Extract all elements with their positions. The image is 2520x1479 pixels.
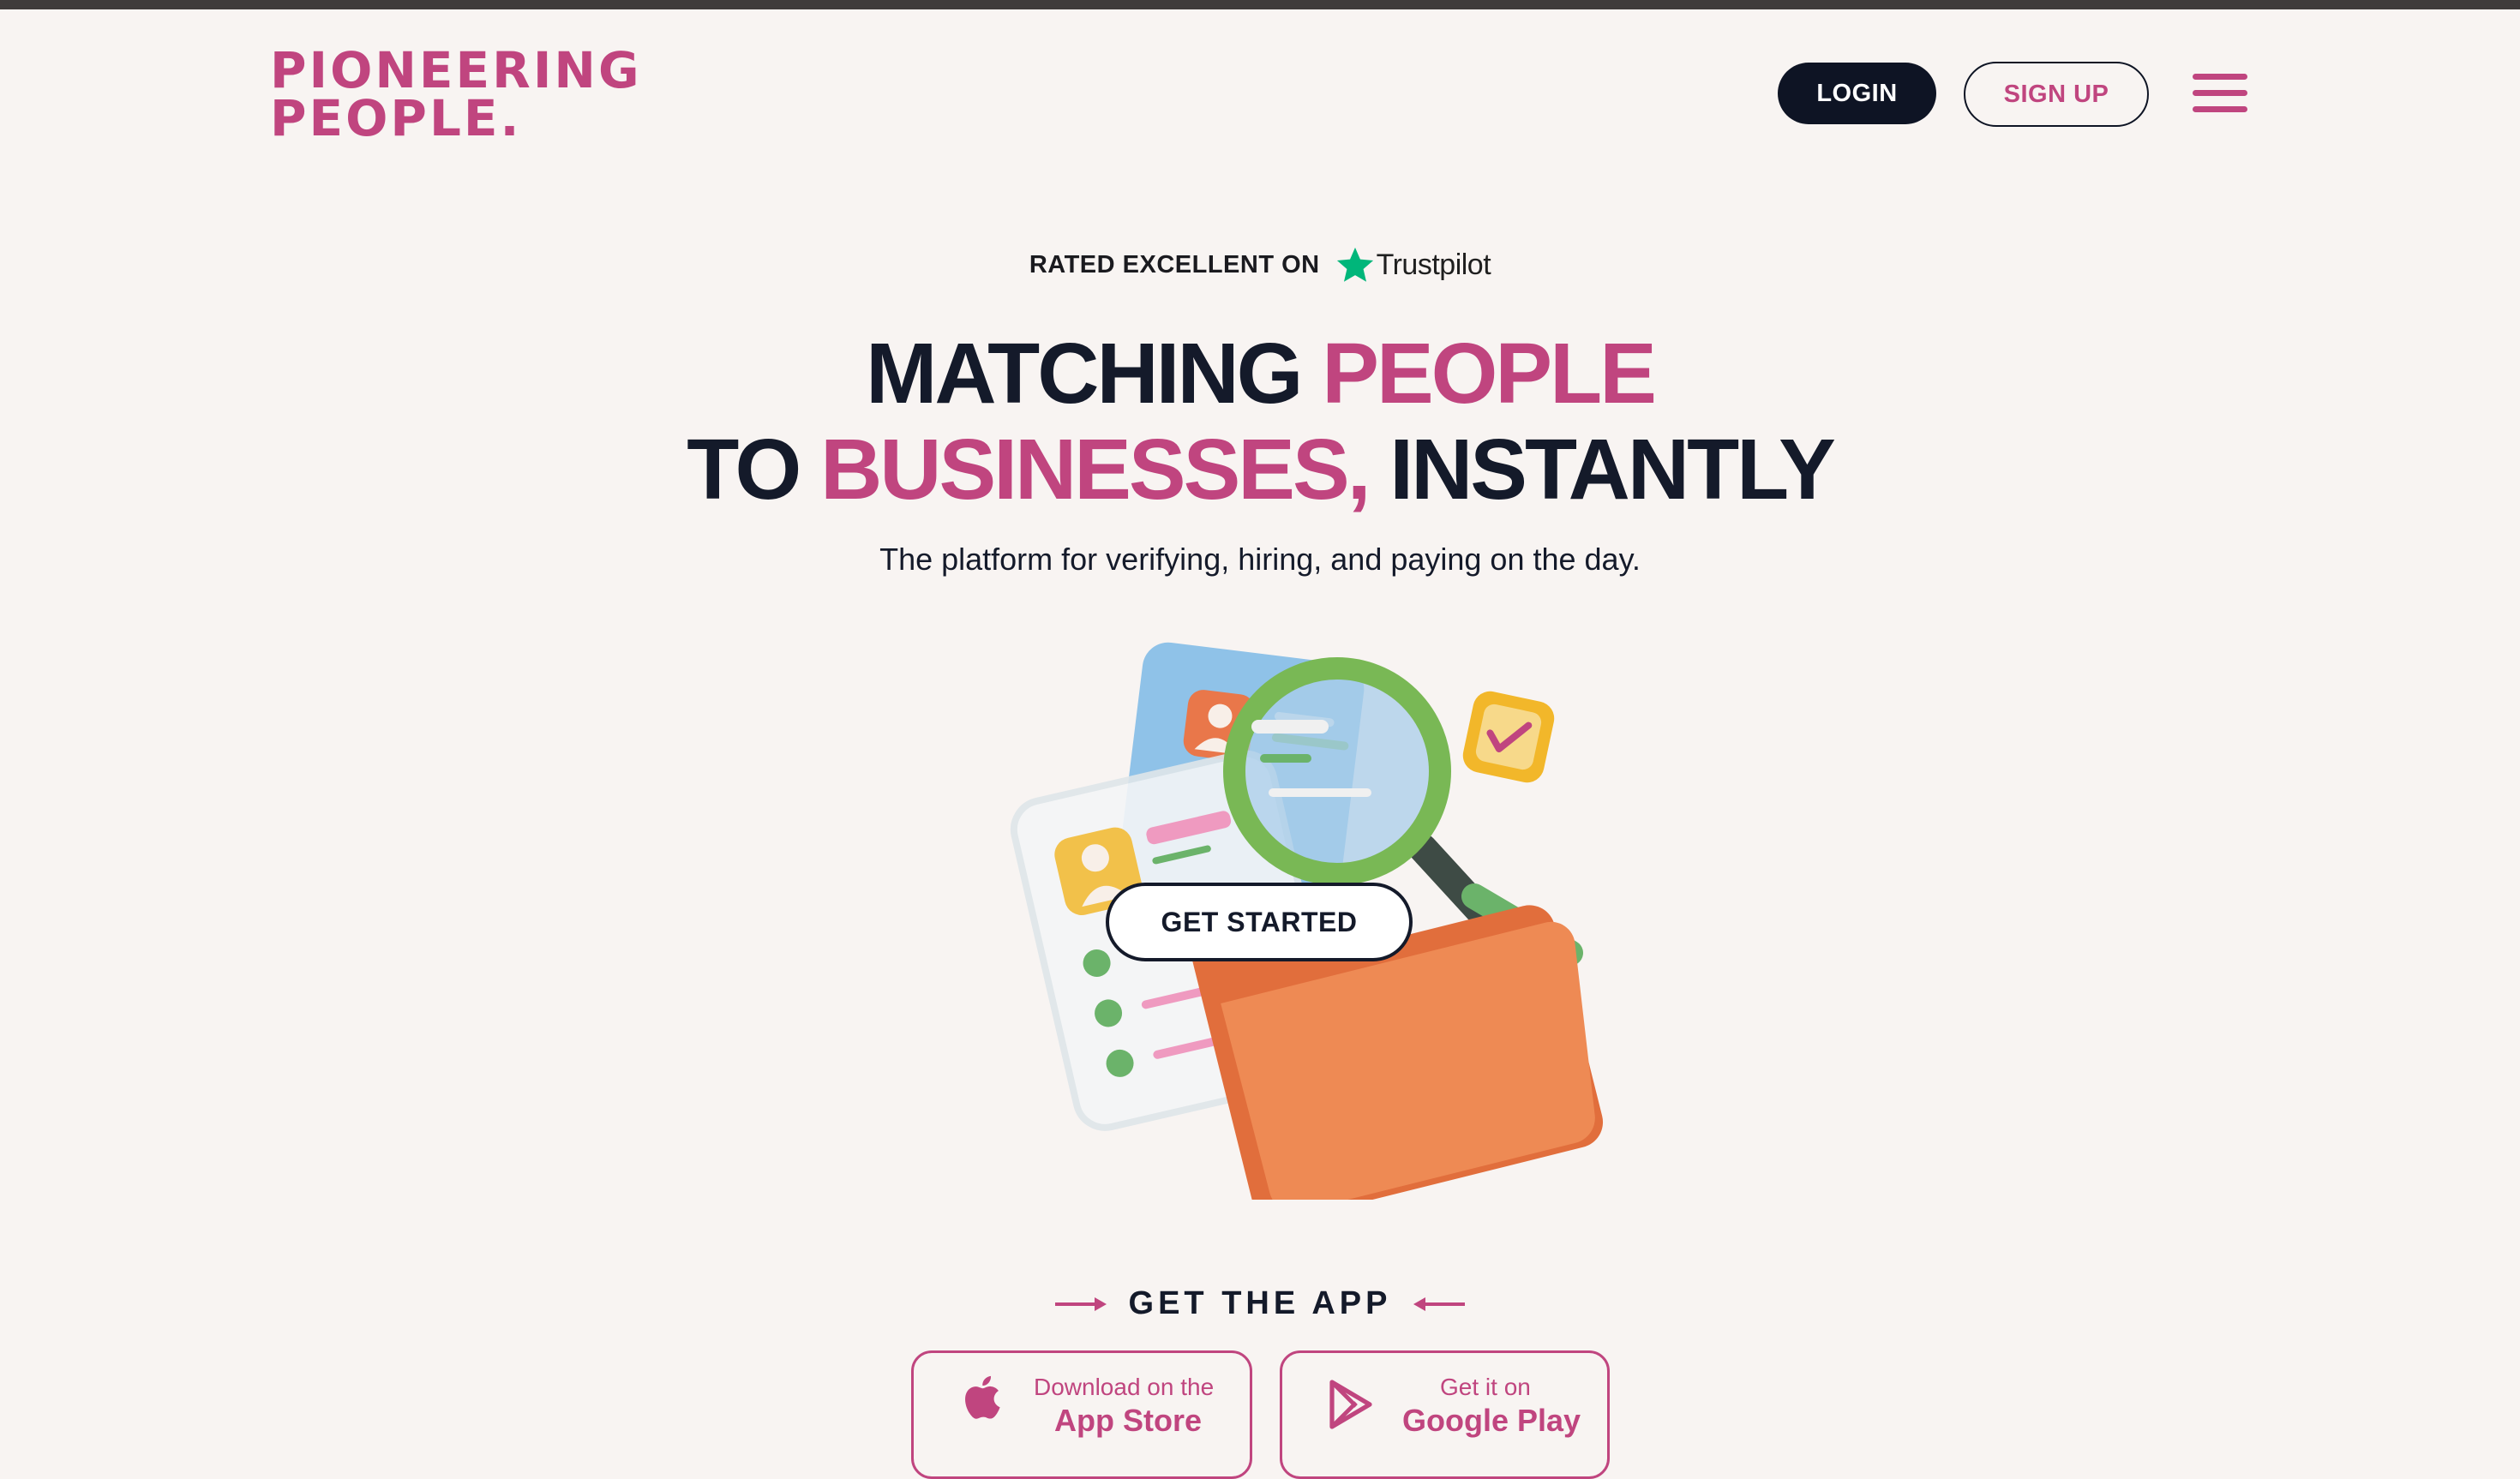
apple-icon: [965, 1375, 1000, 1419]
pioneering-people-logo[interactable]: PIONEERING PEOPLE.: [270, 41, 642, 147]
headline-text: TO: [687, 422, 821, 518]
sign-up-button[interactable]: SIGN UP: [1964, 62, 2149, 127]
headline-text: MATCHING: [866, 326, 1323, 422]
headline-highlight: PEOPLE: [1322, 326, 1657, 422]
trustpilot-rating: RATED EXCELLENT ON Trustpilot: [0, 245, 2520, 284]
logo-line-1: PIONEERING: [270, 41, 642, 99]
rated-excellent-text: RATED EXCELLENT ON: [1029, 250, 1320, 278]
google-play-big-text: Google Play: [1402, 1403, 1581, 1438]
headline-line-2: TO BUSINESSES, INSTANTLY: [0, 422, 2520, 518]
headline-text: INSTANTLY: [1368, 422, 1835, 518]
get-the-app-label: GET THE APP: [1128, 1285, 1392, 1321]
hero-headline: MATCHING PEOPLE TO BUSINESSES, INSTANTLY: [0, 326, 2520, 518]
app-store-small-text: Download on the: [1034, 1374, 1215, 1400]
arrow-left-icon: [1413, 1296, 1466, 1311]
browser-top-bar: [0, 0, 2520, 9]
app-store-big-text: App Store: [1054, 1403, 1203, 1438]
trustpilot-brand-text: Trustpilot: [1376, 248, 1491, 281]
trustpilot-logo[interactable]: Trustpilot: [1335, 245, 1491, 284]
headline-highlight: BUSINESSES,: [820, 422, 1371, 518]
headline-line-1: MATCHING PEOPLE: [0, 326, 2520, 422]
arrow-right-icon: [1054, 1296, 1107, 1311]
app-store-button[interactable]: Download on the App Store: [911, 1350, 1252, 1479]
google-play-icon: [1329, 1380, 1372, 1429]
hamburger-menu-icon[interactable]: [2193, 74, 2247, 113]
logo-line-2: PEOPLE.: [270, 89, 522, 147]
trustpilot-star-icon: [1336, 247, 1373, 282]
get-started-button[interactable]: GET STARTED: [1106, 883, 1413, 961]
hero-subtitle: The platform for verifying, hiring, and …: [879, 542, 1641, 577]
google-play-small-text: Get it on: [1440, 1374, 1531, 1400]
get-the-app-heading: GET THE APP: [0, 1285, 2520, 1322]
google-play-button[interactable]: Get it on Google Play: [1280, 1350, 1610, 1479]
login-button[interactable]: LOGIN: [1778, 63, 1936, 124]
